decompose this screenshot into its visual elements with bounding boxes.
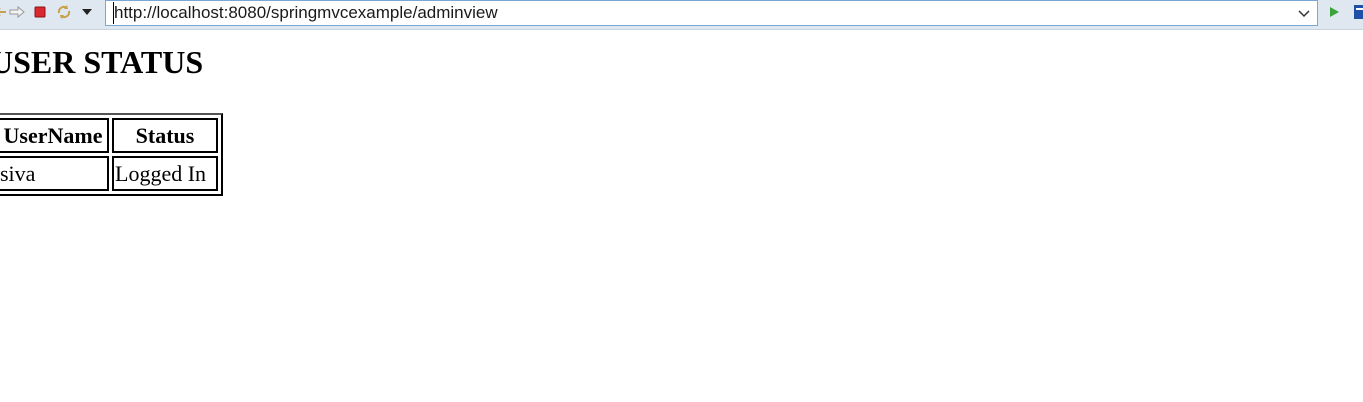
browser-toolbar: http://localhost:8080/springmvcexample/a… [0, 0, 1363, 30]
stop-icon[interactable] [31, 3, 49, 21]
table-row: siva Logged In [0, 156, 218, 191]
address-bar[interactable]: http://localhost:8080/springmvcexample/a… [105, 0, 1318, 26]
page-content: USER STATUS UserName Status siva Logged … [0, 30, 1363, 402]
chevron-down-icon[interactable] [78, 3, 96, 21]
page-title: USER STATUS [0, 44, 204, 80]
chevron-down-icon[interactable] [1295, 5, 1313, 23]
table-header-row: UserName Status [0, 118, 218, 153]
window-icon[interactable] [1352, 3, 1363, 21]
column-header-username: UserName [0, 118, 109, 153]
refresh-icon[interactable] [55, 3, 73, 21]
play-icon[interactable] [1325, 3, 1343, 21]
user-status-table: UserName Status siva Logged In [0, 113, 223, 196]
url-input[interactable]: http://localhost:8080/springmvcexample/a… [113, 2, 498, 24]
column-header-status: Status [112, 118, 218, 153]
cell-username: siva [0, 156, 109, 191]
forward-arrow-icon[interactable] [8, 3, 26, 21]
cell-status: Logged In [112, 156, 218, 191]
